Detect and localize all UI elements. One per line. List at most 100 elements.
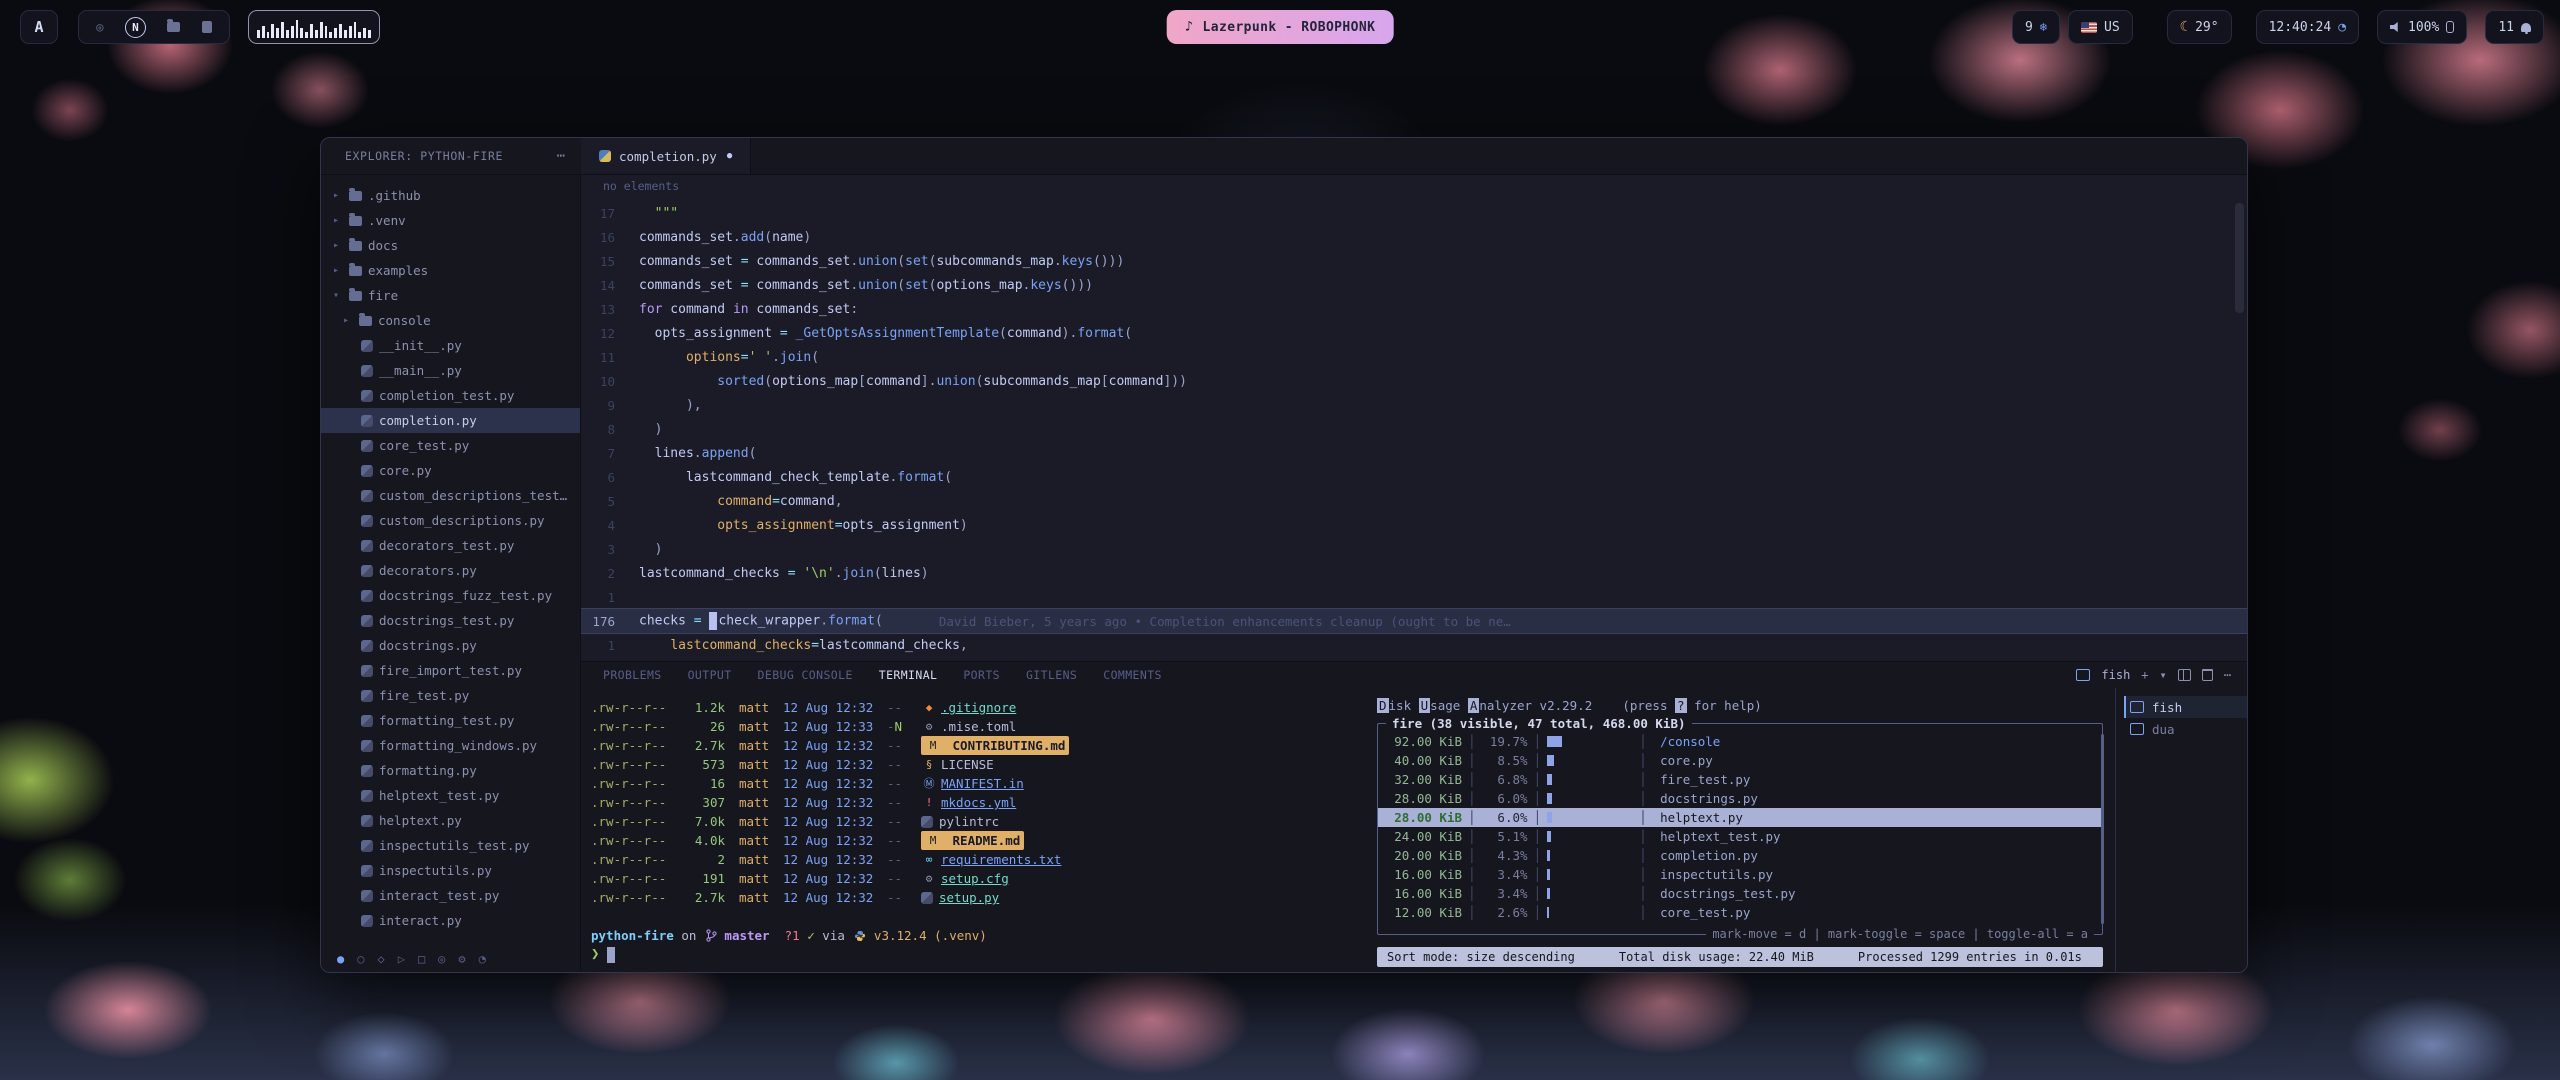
file-icon[interactable] <box>202 21 212 33</box>
sidebar-item-docstrings_fuzz_test.py[interactable]: docstrings_fuzz_test.py <box>321 583 580 608</box>
dua-row-docstrings_test.py[interactable]: 16.00 KiB│3.4%││ docstrings_test.py <box>1378 884 2102 903</box>
extensions-icon[interactable]: □ <box>418 952 425 966</box>
source-control-icon[interactable]: ◇ <box>377 952 384 966</box>
code-line[interactable]: 4 opts_assignment=opts_assignment) <box>581 513 2247 537</box>
volume-widget[interactable]: 100% <box>2377 10 2467 44</box>
sidebar-item-.github[interactable]: ▸.github <box>321 183 580 208</box>
launcher-button[interactable]: A <box>20 10 58 44</box>
debug-icon[interactable]: ▷ <box>398 952 405 966</box>
code-line[interactable]: 6 lastcommand_check_template.format( <box>581 465 2247 489</box>
panel-tab-debug-console[interactable]: DEBUG CONSOLE <box>758 668 853 682</box>
sidebar-item-__main__.py[interactable]: __main__.py <box>321 358 580 383</box>
code-line[interactable]: 17 """ <box>581 201 2247 225</box>
tab-completion-py[interactable]: completion.py ● <box>581 138 751 174</box>
sidebar-item-.venv[interactable]: ▸.venv <box>321 208 580 233</box>
sidebar-item-interact_test.py[interactable]: interact_test.py <box>321 883 580 908</box>
sidebar-item-core_test.py[interactable]: core_test.py <box>321 433 580 458</box>
prompt-line-2[interactable]: ❯ <box>591 945 1373 964</box>
code-line[interactable]: 5 command=command, <box>581 489 2247 513</box>
terminal-tab-fish[interactable]: fish <box>2124 696 2247 718</box>
code-line[interactable]: 10 sorted(options_map[command].union(sub… <box>581 369 2247 393</box>
sidebar-item-completion_test.py[interactable]: completion_test.py <box>321 383 580 408</box>
code-line[interactable]: 15commands_set = commands_set.union(set(… <box>581 249 2247 273</box>
workspace-switcher[interactable]: ◎N <box>78 10 230 44</box>
dua-row-completion.py[interactable]: 20.00 KiB│4.3%││ completion.py <box>1378 846 2102 865</box>
sidebar-item-helptext.py[interactable]: helptext.py <box>321 808 580 833</box>
dua-row-core.py[interactable]: 40.00 KiB│8.5%││ core.py <box>1378 751 2102 770</box>
code-line[interactable]: 3 ) <box>581 537 2247 561</box>
notifications-widget[interactable]: 11 <box>2485 10 2544 44</box>
sidebar-item-examples[interactable]: ▸examples <box>321 258 580 283</box>
sidebar-item-inspectutils_test.py[interactable]: inspectutils_test.py <box>321 833 580 858</box>
sidebar-item-docstrings_test.py[interactable]: docstrings_test.py <box>321 608 580 633</box>
sidebar-item-console[interactable]: ▸console <box>321 308 580 333</box>
folder-icon[interactable] <box>167 22 180 32</box>
code-line[interactable]: 16commands_set.add(name) <box>581 225 2247 249</box>
dua-row-helptext.py[interactable]: 28.00 KiB│6.0%││ helptext.py <box>1378 808 2102 827</box>
sidebar-item-core.py[interactable]: core.py <box>321 458 580 483</box>
terminal-dropdown-icon[interactable]: ▾ <box>2160 668 2167 682</box>
dua-row-inspectutils.py[interactable]: 16.00 KiB│3.4%││ inspectutils.py <box>1378 865 2102 884</box>
sidebar-item-formatting_test.py[interactable]: formatting_test.py <box>321 708 580 733</box>
dua-scrollbar[interactable] <box>2101 734 2104 924</box>
sidebar-item-__init__.py[interactable]: __init__.py <box>321 333 580 358</box>
sidebar-item-fire_test.py[interactable]: fire_test.py <box>321 683 580 708</box>
code-line[interactable]: 12 opts_assignment = _GetOptsAssignmentT… <box>581 321 2247 345</box>
sidebar-item-decorators.py[interactable]: decorators.py <box>321 558 580 583</box>
sidebar-item-fire_import_test.py[interactable]: fire_import_test.py <box>321 658 580 683</box>
sidebar-item-helptext_test.py[interactable]: helptext_test.py <box>321 783 580 808</box>
sidebar-item-completion.py[interactable]: completion.py <box>321 408 580 433</box>
new-terminal-button[interactable]: + <box>2141 668 2148 682</box>
search-icon[interactable]: ○ <box>357 952 364 966</box>
sidebar-item-docs[interactable]: ▸docs <box>321 233 580 258</box>
code-line[interactable]: 176checks = check_wrapper.format(David B… <box>581 609 2247 633</box>
sidebar-item-fire[interactable]: ▾fire <box>321 283 580 308</box>
dua-row-core_test.py[interactable]: 12.00 KiB│2.6%││ core_test.py <box>1378 903 2102 922</box>
sidebar-item-inspectutils.py[interactable]: inspectutils.py <box>321 858 580 883</box>
panel-tab-comments[interactable]: COMMENTS <box>1103 668 1162 682</box>
panel-tab-ports[interactable]: PORTS <box>963 668 1000 682</box>
keyboard-layout-widget[interactable]: US <box>2068 10 2133 44</box>
panel-tab-problems[interactable]: PROBLEMS <box>603 668 662 682</box>
bell-icon[interactable]: ◔ <box>479 952 486 966</box>
code-line[interactable]: 7 lines.append( <box>581 441 2247 465</box>
sidebar-item-interact.py[interactable]: interact.py <box>321 908 580 933</box>
dua-row-helptext_test.py[interactable]: 24.00 KiB│5.1%││ helptext_test.py <box>1378 827 2102 846</box>
remote-icon[interactable]: ● <box>337 952 344 966</box>
code-line[interactable]: 9 ), <box>581 393 2247 417</box>
updates-widget[interactable]: 9 ❄ <box>2012 10 2060 44</box>
settings-gear-icon[interactable]: ⚙ <box>458 952 465 966</box>
editor[interactable]: 17 """16commands_set.add(name)15commands… <box>581 197 2247 661</box>
code-line[interactable]: 14commands_set = commands_set.union(set(… <box>581 273 2247 297</box>
workspace-n-icon[interactable]: N <box>125 17 146 38</box>
sync-icon[interactable]: ◎ <box>438 952 445 966</box>
code-line[interactable]: 1 <box>581 585 2247 609</box>
code-line[interactable]: 1 lastcommand_checks=lastcommand_checks, <box>581 633 2247 657</box>
code-line[interactable]: 2lastcommand_checks = '\n'.join(lines) <box>581 561 2247 585</box>
media-widget[interactable]: ♪ Lazerpunk - ROBOPHONK <box>1167 10 1394 44</box>
split-terminal-icon[interactable] <box>2178 669 2191 681</box>
panel-tab-terminal[interactable]: TERMINAL <box>879 668 938 682</box>
dua-pane[interactable]: Disk Usage Analyzer v2.29.2 (press ? for… <box>1373 688 2115 973</box>
code-line[interactable]: 8 ) <box>581 417 2247 441</box>
clock-widget[interactable]: 12:40:24 ◔ <box>2256 10 2359 44</box>
sidebar-item-formatting.py[interactable]: formatting.py <box>321 758 580 783</box>
kill-terminal-icon[interactable] <box>2202 669 2213 681</box>
dua-row-fire_test.py[interactable]: 32.00 KiB│6.8%││ fire_test.py <box>1378 770 2102 789</box>
dua-row-docstrings.py[interactable]: 28.00 KiB│6.0%││ docstrings.py <box>1378 789 2102 808</box>
breadcrumb[interactable]: no elements <box>581 175 2247 197</box>
more-actions-icon[interactable]: ⋯ <box>557 148 565 164</box>
panel-tab-output[interactable]: OUTPUT <box>688 668 732 682</box>
dua-row-console[interactable]: 92.00 KiB│19.7%││ /console <box>1378 732 2102 751</box>
weather-widget[interactable]: ☾ 29° <box>2167 10 2232 44</box>
cpu-graph[interactable] <box>248 10 380 44</box>
panel-tab-gitlens[interactable]: GITLENS <box>1026 668 1077 682</box>
sidebar-item-custom_descriptions_test…[interactable]: custom_descriptions_test… <box>321 483 580 508</box>
code-line[interactable]: 13for command in commands_set: <box>581 297 2247 321</box>
shell-name[interactable]: fish <box>2101 668 2130 682</box>
sidebar-item-formatting_windows.py[interactable]: formatting_windows.py <box>321 733 580 758</box>
sidebar-item-custom_descriptions.py[interactable]: custom_descriptions.py <box>321 508 580 533</box>
sidebar-item-decorators_test.py[interactable]: decorators_test.py <box>321 533 580 558</box>
editor-scrollbar[interactable] <box>2235 203 2244 313</box>
panel-more-icon[interactable]: ⋯ <box>2224 668 2231 682</box>
